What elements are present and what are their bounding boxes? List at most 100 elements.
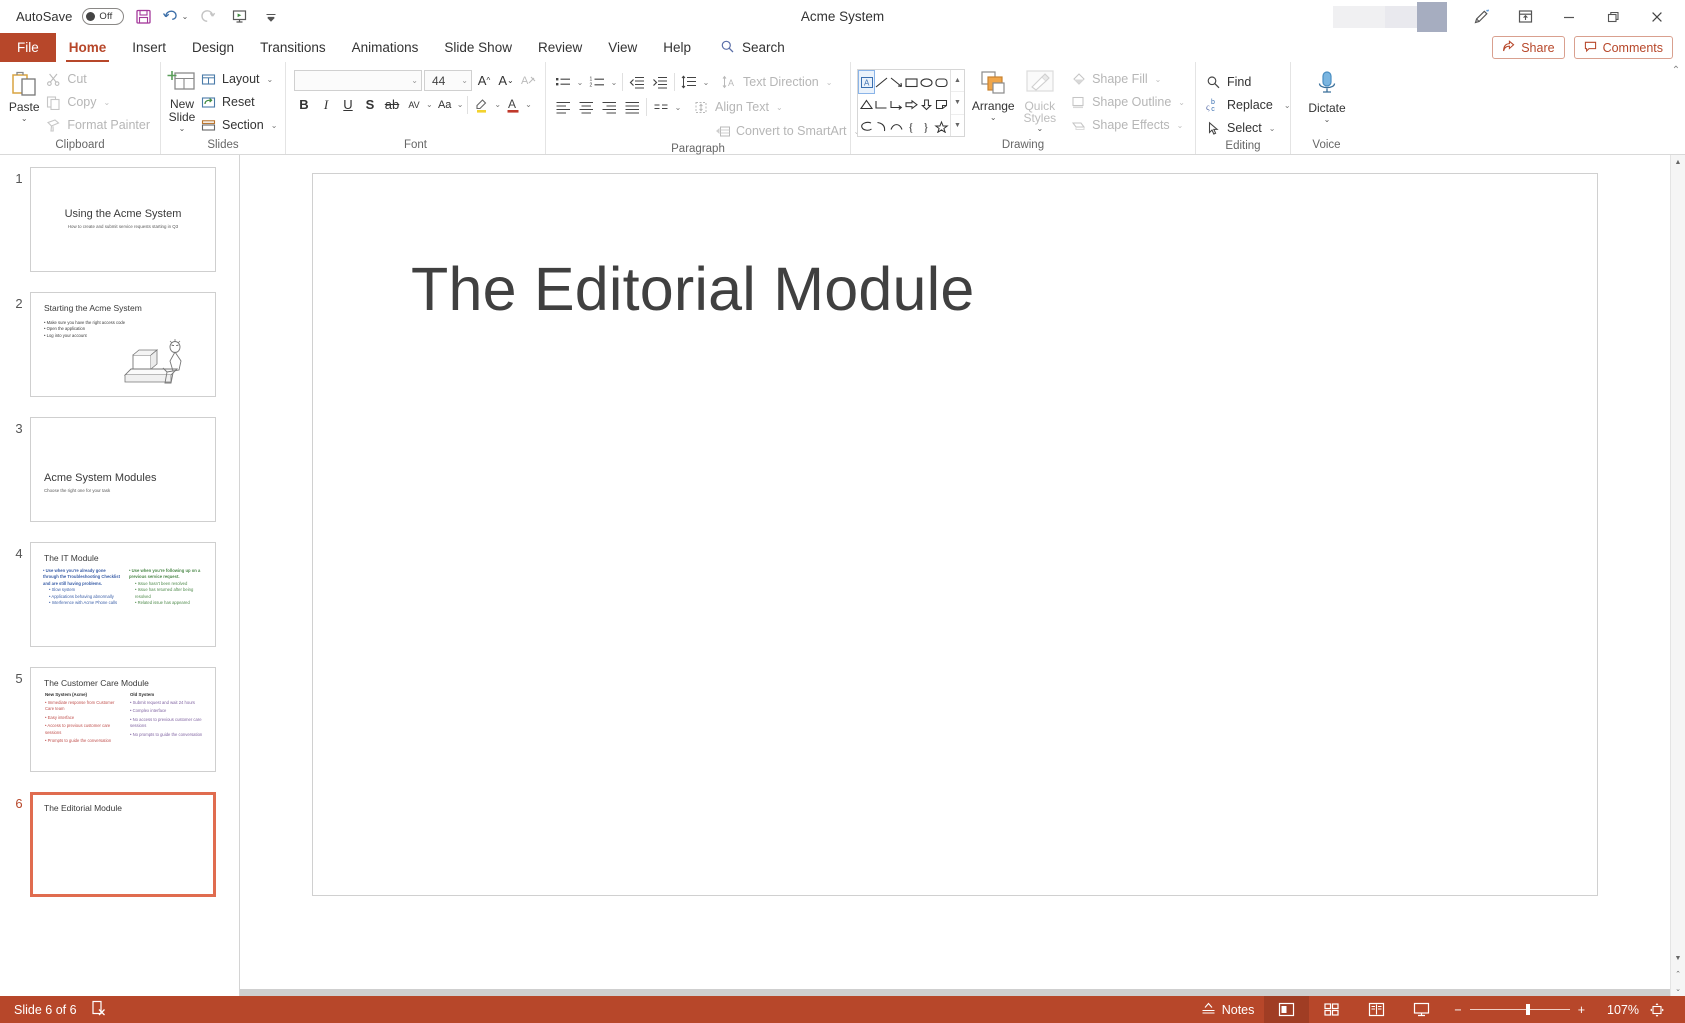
- zoom-level-label[interactable]: 107%: [1595, 1003, 1639, 1017]
- tab-home[interactable]: Home: [56, 33, 120, 62]
- align-text-caret-icon[interactable]: ⌄: [776, 103, 783, 112]
- tab-slide-show[interactable]: Slide Show: [431, 33, 525, 62]
- columns-caret-icon[interactable]: ⌄: [673, 103, 683, 112]
- share-button[interactable]: Share: [1492, 36, 1565, 59]
- justify-button[interactable]: [621, 97, 643, 118]
- tab-animations[interactable]: Animations: [339, 33, 432, 62]
- shapes-scroll-up-icon[interactable]: ▲: [951, 70, 964, 93]
- tab-view[interactable]: View: [595, 33, 650, 62]
- decrease-font-size-button[interactable]: A ⌄: [496, 70, 516, 91]
- view-slide-show-button[interactable]: [1399, 996, 1444, 1023]
- text-shadow-button[interactable]: S: [360, 94, 380, 115]
- shape-outline-caret-icon[interactable]: ⌄: [1178, 98, 1185, 107]
- view-reading-button[interactable]: [1354, 996, 1399, 1023]
- horizontal-scrollbar[interactable]: [240, 989, 1670, 996]
- tab-help[interactable]: Help: [650, 33, 704, 62]
- shape-effects-button[interactable]: Shape Effects ⌄: [1067, 114, 1190, 136]
- shape-triangle[interactable]: [859, 93, 874, 115]
- text-highlight-color-button[interactable]: [472, 94, 492, 115]
- copy-caret-icon[interactable]: ⌄: [104, 98, 111, 107]
- convert-to-smartart-button[interactable]: Convert to SmartArt ⌄: [711, 120, 865, 142]
- shape-right-arrow[interactable]: [904, 93, 919, 115]
- clear-formatting-button[interactable]: A: [518, 70, 538, 91]
- shapes-gallery[interactable]: A {} ▲ ▼ ▼: [857, 69, 965, 137]
- align-text-button[interactable]: Align Text ⌄: [690, 96, 788, 118]
- change-case-caret-icon[interactable]: ⌄: [457, 100, 464, 109]
- bullets-button[interactable]: [552, 72, 574, 93]
- shape-effects-caret-icon[interactable]: ⌄: [1177, 121, 1184, 130]
- vertical-scrollbar[interactable]: ▲ ▼ ⌃ ⌄: [1670, 155, 1685, 996]
- shape-elbow-connector[interactable]: [874, 93, 889, 115]
- thumbnail-slide-2[interactable]: 2 Starting the Acme System • Make sure y…: [0, 292, 239, 397]
- start-presentation-button[interactable]: [226, 4, 252, 30]
- increase-indent-button[interactable]: [649, 72, 671, 93]
- shape-folded-corner[interactable]: [934, 93, 949, 115]
- line-spacing-caret-icon[interactable]: ⌄: [701, 78, 711, 87]
- shape-fill-button[interactable]: Shape Fill ⌄: [1067, 68, 1190, 90]
- save-button[interactable]: [130, 4, 156, 30]
- collapse-ribbon-button[interactable]: ⌃: [1667, 62, 1685, 154]
- minimize-button[interactable]: [1547, 1, 1591, 33]
- pen-draw-icon[interactable]: [1459, 1, 1503, 33]
- quick-styles-caret-icon[interactable]: ⌄: [1036, 125, 1043, 133]
- zoom-handle[interactable]: [1525, 1004, 1530, 1015]
- shape-down-arrow[interactable]: [919, 93, 934, 115]
- new-slide-caret-icon[interactable]: ⌄: [179, 125, 186, 133]
- align-center-button[interactable]: [575, 97, 597, 118]
- shape-outline-button[interactable]: Shape Outline ⌄: [1067, 91, 1190, 113]
- strikethrough-button[interactable]: ab: [382, 94, 402, 115]
- zoom-slider[interactable]: − +: [1444, 1003, 1595, 1017]
- shape-right-brace[interactable]: }: [919, 115, 934, 137]
- shape-elbow-arrow-connector[interactable]: [889, 93, 904, 115]
- autosave-toggle[interactable]: Off: [82, 8, 125, 25]
- search-box[interactable]: Search: [704, 33, 797, 62]
- font-color-button[interactable]: A: [503, 94, 523, 115]
- zoom-out-button[interactable]: −: [1454, 1003, 1461, 1017]
- change-case-button[interactable]: Aa: [435, 94, 455, 115]
- select-caret-icon[interactable]: ⌄: [1269, 124, 1276, 133]
- find-button[interactable]: Find: [1202, 71, 1296, 93]
- font-family-input[interactable]: ⌄: [294, 70, 422, 91]
- tab-insert[interactable]: Insert: [119, 33, 179, 62]
- replace-button[interactable]: ςbc Replace ⌄: [1202, 94, 1296, 116]
- view-normal-button[interactable]: [1264, 996, 1310, 1023]
- notes-button[interactable]: Notes: [1191, 996, 1265, 1023]
- new-slide-button[interactable]: New Slide ⌄: [167, 67, 197, 133]
- section-button[interactable]: Section ⌄: [197, 114, 282, 136]
- zoom-in-button[interactable]: +: [1578, 1003, 1585, 1017]
- cut-button[interactable]: Cut: [42, 68, 155, 90]
- paste-caret-icon[interactable]: ⌄: [21, 115, 28, 123]
- shape-rounded-rectangle[interactable]: [934, 71, 949, 93]
- shapes-more-icon[interactable]: ▼: [951, 115, 964, 136]
- slide-preview-2[interactable]: Starting the Acme System • Make sure you…: [30, 292, 216, 397]
- fit-to-window-button[interactable]: [1639, 996, 1675, 1023]
- shape-arc[interactable]: [889, 115, 904, 137]
- shape-text-box[interactable]: A: [858, 70, 875, 94]
- font-color-caret-icon[interactable]: ⌄: [525, 100, 532, 109]
- highlight-caret-icon[interactable]: ⌄: [494, 100, 501, 109]
- slide-preview-6[interactable]: The Editorial Module: [30, 792, 216, 897]
- layout-button[interactable]: Layout ⌄: [197, 68, 282, 90]
- shape-rectangle[interactable]: [904, 71, 919, 93]
- undo-button[interactable]: ⌄: [162, 4, 188, 30]
- select-button[interactable]: Select ⌄: [1202, 117, 1296, 139]
- tab-review[interactable]: Review: [525, 33, 595, 62]
- tab-file[interactable]: File: [0, 33, 56, 62]
- italic-button[interactable]: I: [316, 94, 336, 115]
- paste-button[interactable]: Paste ⌄: [6, 67, 42, 123]
- slide-preview-5[interactable]: The Customer Care Module New System (Acm…: [30, 667, 216, 772]
- slide-thumbnail-panel[interactable]: 1 Using the Acme System How to create an…: [0, 155, 240, 996]
- dictate-button[interactable]: Dictate ⌄: [1298, 67, 1356, 124]
- restore-button[interactable]: [1591, 1, 1635, 33]
- customize-qat-button[interactable]: [258, 4, 284, 30]
- text-direction-caret-icon[interactable]: ⌄: [826, 78, 833, 87]
- text-direction-button[interactable]: A Text Direction ⌄: [718, 71, 837, 93]
- layout-caret-icon[interactable]: ⌄: [267, 75, 274, 84]
- character-spacing-caret-icon[interactable]: ⌄: [426, 100, 433, 109]
- slide-canvas[interactable]: The Editorial Module: [312, 173, 1598, 896]
- reset-button[interactable]: Reset: [197, 91, 282, 113]
- scroll-down-icon[interactable]: ▼: [1671, 951, 1685, 966]
- dictate-caret-icon[interactable]: ⌄: [1324, 116, 1331, 124]
- slide-preview-1[interactable]: Using the Acme System How to create and …: [30, 167, 216, 272]
- decrease-indent-button[interactable]: [626, 72, 648, 93]
